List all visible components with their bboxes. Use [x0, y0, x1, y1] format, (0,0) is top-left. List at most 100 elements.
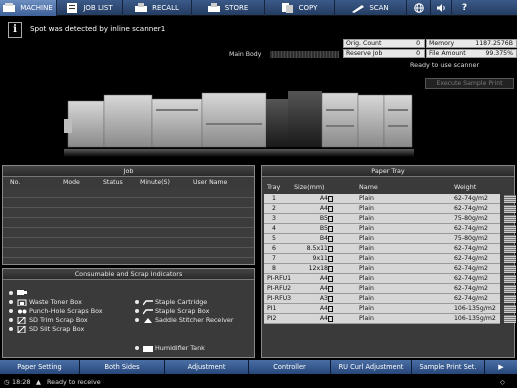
tray-row[interactable]: 3 B5 Plain 75-80g/m2 [264, 214, 516, 224]
tray-row[interactable]: 4 B5 Plain 62-74g/m2 [264, 224, 516, 234]
tray-row[interactable]: 6 8.5x11 Plain 62-74g/m2 [264, 244, 516, 254]
alert-message: Spot was detected by inline scanner1 [30, 24, 166, 33]
job-panel-title: Job [3, 166, 254, 177]
paper-level-icon [504, 265, 516, 273]
staple-icon [143, 299, 153, 305]
staple-cartridge-indicator: Staple Cartridge [135, 298, 207, 306]
paper-name: Plain [359, 225, 374, 232]
sample-print-set-button[interactable]: Sample Print Set. [412, 360, 485, 374]
tab-store[interactable]: STORE [192, 0, 265, 16]
tray-number: 4 [272, 225, 276, 232]
paper-weight: 62-74g/m2 [454, 195, 488, 202]
waste-toner-icon [17, 299, 27, 306]
tab-label: COPY [298, 4, 318, 12]
job-panel: Job No. Mode Status Minute(S) User Name [2, 165, 255, 265]
job-row[interactable] [3, 218, 254, 228]
punch-hole-scraps-indicator: Punch-Hole Scraps Box [9, 307, 103, 315]
job-row[interactable] [3, 188, 254, 198]
saddle-stitcher-receiver-label: Saddle Stitcher Receiver [155, 316, 234, 324]
scan-icon [352, 5, 365, 13]
adjustment-button[interactable]: Adjustment [165, 360, 249, 374]
tray-row[interactable]: PI-RFU2 A4 Plain 62-74g/m2 [264, 284, 516, 294]
punch-icon [18, 309, 27, 313]
paper-weight: 62-74g/m2 [454, 295, 488, 302]
main-body-label: Main Body [229, 51, 262, 58]
col-name: Name [359, 183, 378, 191]
tray-row[interactable]: 1 A4 Plain 62-74g/m2 [264, 194, 516, 204]
tray-size: A4 [319, 275, 328, 282]
paper-name: Plain [359, 255, 374, 262]
tray-row[interactable]: 2 A4 Plain 62-74g/m2 [264, 204, 516, 214]
both-sides-button[interactable]: Both Sides [80, 360, 165, 374]
col-mode: Mode [63, 179, 80, 186]
consumables-panel: Consumable and Scrap Indicators Waste To… [2, 268, 255, 358]
col-status: Status [103, 179, 123, 186]
tray-row[interactable]: 8 12x18 Plain 62-74g/m2 [264, 264, 516, 274]
tray-row[interactable]: PI-RFU3 A3 Plain 62-74g/m2 [264, 294, 516, 304]
memory-value: 1187.2576B [475, 40, 513, 47]
globe-button[interactable] [407, 0, 431, 16]
job-table-header: No. Mode Status Minute(S) User Name [3, 177, 254, 188]
humidifier-icon [143, 345, 153, 352]
tray-number: PI2 [267, 315, 277, 322]
job-row[interactable] [3, 228, 254, 238]
tray-size: B4 [319, 235, 328, 242]
tray-row[interactable]: 5 B4 Plain 75-80g/m2 [264, 234, 516, 244]
tray-size: A4 [319, 195, 328, 202]
machine-illustration [64, 91, 414, 157]
tray-row[interactable]: PI1 A4 Plain 106-135g/m2 [264, 304, 516, 314]
tab-scan[interactable]: SCAN [335, 0, 407, 16]
paper-name: Plain [359, 245, 374, 252]
paper-orientation-icon [328, 266, 333, 272]
job-row[interactable] [3, 238, 254, 248]
paper-setting-button[interactable]: Paper Setting [0, 360, 80, 374]
staple-scrap-icon [143, 308, 153, 314]
humidifier-tank-indicator: Humidifier Tank [135, 344, 205, 352]
paper-level-icon [504, 305, 516, 313]
job-row[interactable] [3, 248, 254, 258]
tray-number: 8 [272, 265, 276, 272]
speaker-icon [437, 4, 445, 12]
tab-copy[interactable]: COPY [265, 0, 335, 16]
paper-weight: 75-80g/m2 [454, 215, 488, 222]
tray-number: 3 [272, 215, 276, 222]
tray-row[interactable]: PI-RFU1 A4 Plain 62-74g/m2 [264, 274, 516, 284]
machine-screen: MACHINE JOB LIST RECALL STORE COPY SCAN [0, 0, 517, 388]
col-tray: Tray [267, 183, 281, 191]
globe-icon [413, 3, 424, 13]
help-button[interactable]: ? [452, 0, 477, 16]
controller-button[interactable]: Controller [249, 360, 331, 374]
job-row[interactable] [3, 198, 254, 208]
file-amount-row: File Amount 99.375% [426, 49, 517, 58]
tray-number: 2 [272, 205, 276, 212]
tray-row[interactable]: 7 9x11 Plain 62-74g/m2 [264, 254, 516, 264]
clock-icon: ◷ [4, 378, 10, 386]
job-row[interactable] [3, 208, 254, 218]
paper-weight: 106-135g/m2 [454, 315, 496, 322]
volume-button[interactable] [431, 0, 452, 16]
tray-row[interactable]: PI2 A4 Plain 106-135g/m2 [264, 314, 516, 324]
paper-orientation-icon [328, 196, 333, 202]
paper-weight: 62-74g/m2 [454, 245, 488, 252]
tab-machine[interactable]: MACHINE [0, 0, 57, 16]
paper-name: Plain [359, 205, 374, 212]
help-icon: ? [461, 3, 468, 13]
col-no: No. [10, 179, 21, 186]
execute-sample-print-button[interactable]: Execute Sample Print [425, 78, 514, 89]
tab-label: JOB LIST [83, 4, 113, 12]
copy-icon [281, 3, 293, 13]
paper-orientation-icon [328, 286, 333, 292]
paper-weight: 62-74g/m2 [454, 225, 488, 232]
tab-label: RECALL [152, 4, 179, 12]
paper-weight: 62-74g/m2 [454, 285, 488, 292]
tab-recall[interactable]: RECALL [123, 0, 192, 16]
triangle-right-icon: ▶ [498, 363, 504, 371]
paper-name: Plain [359, 275, 374, 282]
tray-number: PI-RFU1 [267, 275, 292, 282]
next-page-button[interactable]: ▶ [485, 360, 517, 374]
paper-level-icon [504, 215, 516, 223]
paper-weight: 62-74g/m2 [454, 275, 488, 282]
waste-toner-box-label: Waste Toner Box [29, 298, 82, 306]
ru-curl-adjustment-button[interactable]: RU Curl Adjustment [331, 360, 412, 374]
tab-job-list[interactable]: JOB LIST [57, 0, 123, 16]
